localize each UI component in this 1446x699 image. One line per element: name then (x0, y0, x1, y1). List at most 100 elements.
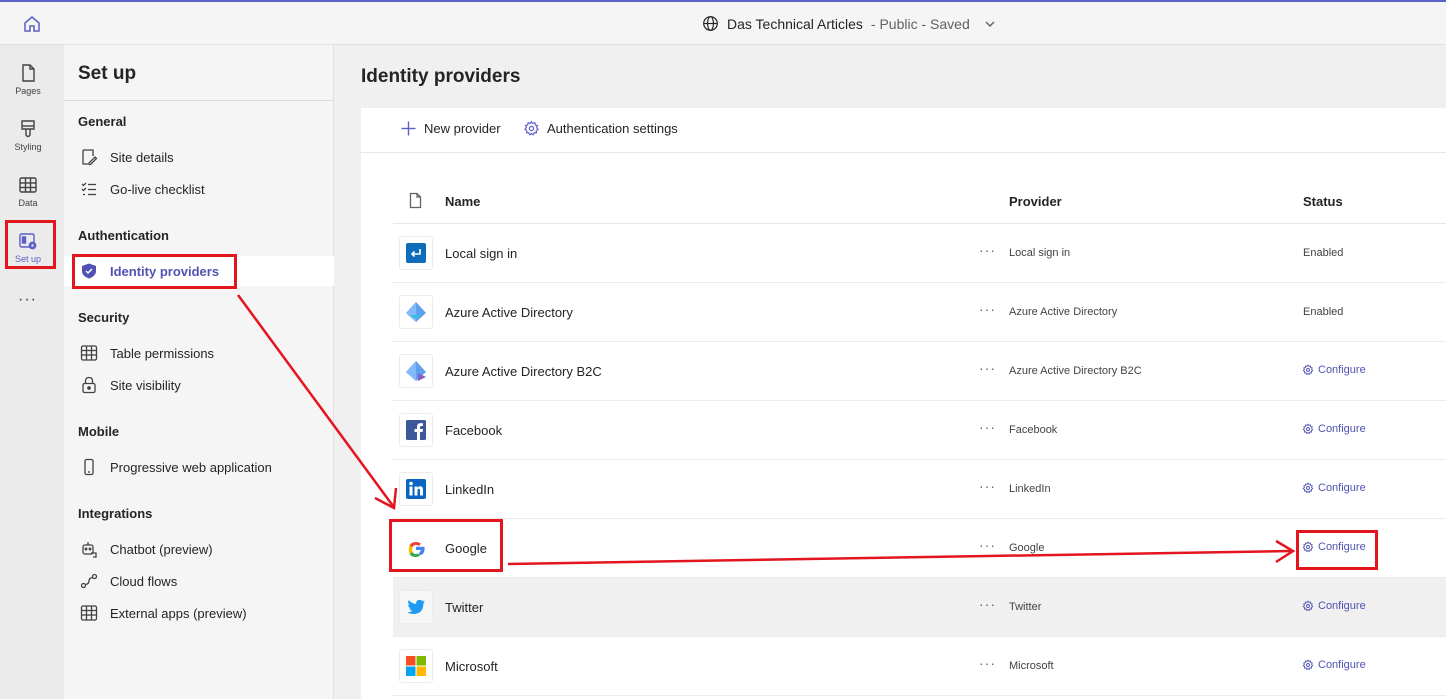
nav-item-table-permissions[interactable]: Table permissions (64, 338, 334, 368)
row-more-button[interactable]: ··· (979, 301, 996, 317)
nav-item-label: Progressive web application (110, 459, 272, 475)
new-provider-label: New provider (424, 121, 501, 136)
configure-link[interactable]: Configure (1302, 364, 1366, 376)
site-name: Das Technical Articles (727, 15, 863, 32)
row-more-button[interactable]: ··· (979, 478, 996, 494)
status-text: Enabled (1303, 247, 1344, 259)
new-provider-button[interactable]: New provider (400, 120, 501, 137)
nav-item-golive-checklist[interactable]: Go-live checklist (64, 174, 334, 204)
authentication-settings-label: Authentication settings (547, 121, 678, 136)
table-row[interactable]: Google ··· Google Configure (393, 519, 1446, 578)
row-more-button[interactable]: ··· (979, 596, 996, 612)
checklist-icon (81, 182, 96, 196)
site-title-dropdown[interactable]: Das Technical Articles - Public - Saved (702, 15, 996, 32)
nav-item-site-visibility[interactable]: Site visibility (64, 370, 334, 400)
configure-link[interactable]: Configure (1302, 659, 1366, 671)
nav-item-label: Go-live checklist (110, 181, 205, 197)
provider-name: Microsoft (445, 659, 498, 674)
configure-link[interactable]: Configure (1302, 482, 1366, 494)
rail-item-data[interactable]: Data (0, 165, 56, 217)
annotation-box-identity-providers (72, 254, 237, 289)
nav-item-site-details[interactable]: Site details (64, 142, 334, 172)
nav-item-chatbot[interactable]: Chatbot (preview) (64, 534, 334, 564)
linkedin-icon (406, 479, 426, 499)
home-icon[interactable] (22, 14, 42, 34)
plus-icon (401, 121, 416, 136)
column-header-status[interactable]: Status (1303, 194, 1343, 209)
table-row[interactable]: Azure Active Directory ··· Azure Active … (393, 283, 1446, 342)
nav-section-integrations: Integrations (78, 506, 153, 521)
gear-icon (1302, 600, 1314, 612)
configure-label: Configure (1318, 364, 1366, 376)
provider-type: Google (1009, 542, 1045, 554)
provider-logo (399, 649, 433, 683)
table-row[interactable]: Local sign in ··· Local sign in Enabled (393, 224, 1446, 283)
column-header-provider[interactable]: Provider (1009, 194, 1062, 209)
document-icon (409, 192, 422, 209)
nav-item-pwa[interactable]: Progressive web application (64, 452, 334, 482)
provider-type: Facebook (1009, 424, 1058, 436)
table-row[interactable]: Microsoft ··· Microsoft Configure (393, 637, 1446, 696)
provider-logo (399, 472, 433, 506)
nav-section-mobile: Mobile (78, 424, 120, 439)
configure-label: Configure (1318, 659, 1366, 671)
provider-type: Twitter (1009, 601, 1042, 613)
lock-icon (82, 376, 96, 394)
configure-link[interactable]: Configure (1302, 600, 1366, 612)
table-row[interactable]: Azure Active Directory B2C ··· Azure Act… (393, 342, 1446, 401)
nav-item-external-apps[interactable]: External apps (preview) (64, 598, 334, 628)
row-more-button[interactable]: ··· (979, 360, 996, 376)
nav-section-security: Security (78, 310, 130, 325)
provider-name: Local sign in (445, 246, 518, 261)
provider-type: Azure Active Directory B2C (1009, 365, 1142, 377)
table-icon (80, 345, 98, 361)
configure-label: Configure (1318, 423, 1366, 435)
table-row[interactable]: LinkedIn ··· LinkedIn Configure (393, 460, 1446, 519)
row-more-button[interactable]: ··· (979, 655, 996, 671)
rail-label: Pages (15, 85, 41, 96)
provider-logo (399, 295, 433, 329)
table-row[interactable]: Twitter ··· Twitter Configure (393, 578, 1446, 637)
provider-type: Microsoft (1009, 660, 1054, 672)
authentication-settings-button[interactable]: Authentication settings (523, 120, 678, 137)
provider-name: Facebook (445, 423, 503, 438)
row-more-button[interactable]: ··· (979, 537, 996, 553)
paintbrush-icon (21, 119, 35, 137)
row-more-button[interactable]: ··· (979, 242, 996, 258)
nav-title: Set up (78, 63, 137, 84)
configure-label: Configure (1318, 482, 1366, 494)
annotation-box-google (389, 519, 503, 572)
gear-icon (1302, 482, 1314, 494)
gear-icon (1302, 659, 1314, 671)
flow-icon (80, 573, 98, 589)
nav-item-cloud-flows[interactable]: Cloud flows (64, 566, 334, 596)
local-signin-icon (406, 243, 426, 263)
nav-section-general: General (78, 114, 127, 129)
nav-item-label: Chatbot (preview) (110, 541, 213, 557)
rail-more-button[interactable]: ··· (18, 291, 37, 309)
page-title: Identity providers (361, 66, 521, 87)
top-bar: Das Technical Articles - Public - Saved (0, 0, 1446, 45)
providers-card: New provider Authentication settings Nam… (361, 108, 1446, 699)
provider-name: LinkedIn (445, 482, 495, 497)
rail-item-pages[interactable]: Pages (0, 53, 56, 105)
nav-divider (64, 100, 334, 101)
column-header-name[interactable]: Name (445, 194, 480, 209)
configure-label: Configure (1318, 600, 1366, 612)
phone-icon (84, 458, 94, 476)
globe-icon (703, 16, 718, 31)
provider-logo (399, 413, 433, 447)
table-row[interactable]: Facebook ··· Facebook Configure (393, 401, 1446, 460)
nav-section-authentication: Authentication (78, 228, 169, 243)
annotation-box-configure (1296, 530, 1378, 570)
chevron-down-icon (985, 21, 995, 27)
rail-label: Styling (14, 141, 42, 152)
provider-type: Azure Active Directory (1009, 306, 1118, 318)
provider-name: Twitter (445, 600, 484, 615)
table-icon (19, 176, 37, 193)
twitter-icon (407, 599, 425, 614)
row-more-button[interactable]: ··· (979, 419, 996, 435)
command-bar: New provider Authentication settings (361, 108, 1446, 153)
configure-link[interactable]: Configure (1302, 423, 1366, 435)
rail-item-styling[interactable]: Styling (0, 109, 56, 161)
